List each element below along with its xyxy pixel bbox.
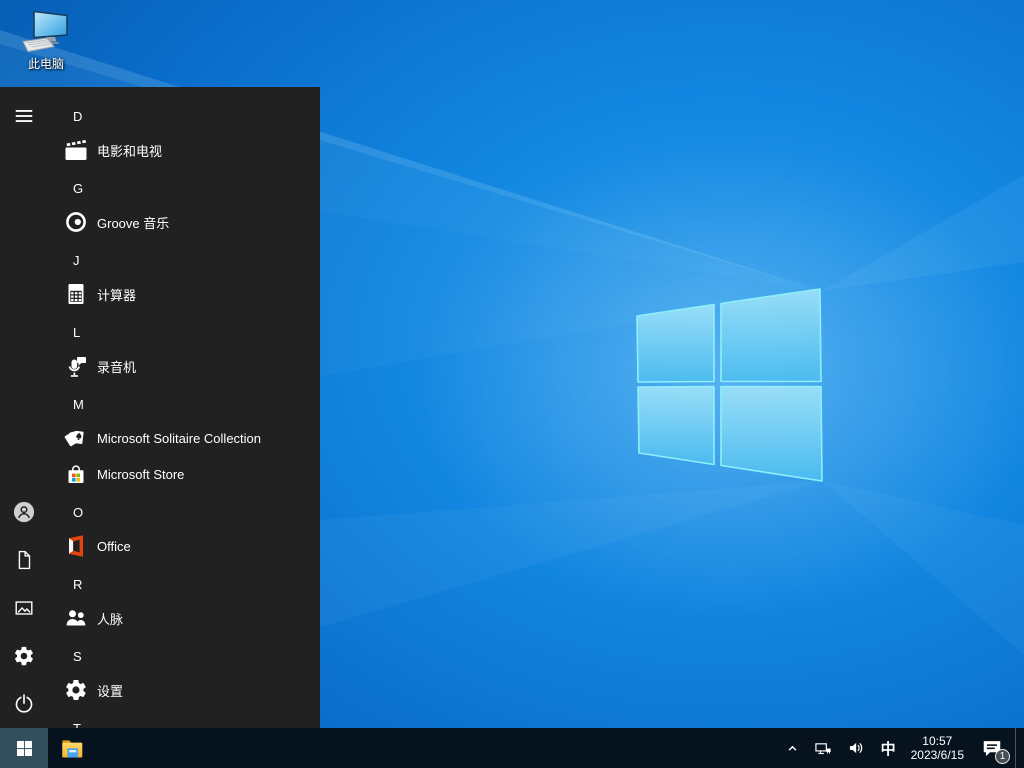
pictures-icon — [13, 597, 35, 619]
pictures-button[interactable] — [0, 584, 48, 632]
show-desktop-button[interactable] — [1015, 728, 1024, 768]
recorder-icon — [64, 354, 88, 378]
volume-icon — [847, 738, 867, 758]
desktop-icon-label: 此电脑 — [28, 55, 64, 72]
clock-time: 10:57 — [922, 734, 952, 748]
start-app-item[interactable]: Microsoft Solitaire Collection — [48, 420, 320, 456]
system-tray: 中 10:57 2023/6/15 1 — [779, 728, 1024, 768]
windows-start-icon — [15, 739, 34, 758]
taskbar: 中 10:57 2023/6/15 1 — [0, 728, 1024, 768]
volume-button[interactable] — [840, 728, 874, 768]
app-label: Office — [97, 539, 131, 554]
clock[interactable]: 10:57 2023/6/15 — [903, 728, 972, 768]
rail-bottom-group — [0, 488, 48, 728]
app-label: 计算器 — [97, 285, 136, 304]
movies-icon — [64, 138, 88, 162]
app-label: Groove 音乐 — [97, 213, 169, 232]
start-menu: D 电影和电视 G Groove 音乐 J 计算器 L 录音机 M Microsoft Solit… — [0, 87, 320, 728]
groove-icon — [64, 210, 88, 234]
start-app-item[interactable]: Microsoft Store — [48, 456, 320, 492]
start-app-item[interactable]: Office — [48, 528, 320, 564]
store-icon — [64, 462, 88, 486]
file-explorer-button[interactable] — [48, 728, 96, 768]
document-icon — [13, 549, 35, 571]
gear-icon — [13, 645, 35, 667]
start-app-item[interactable]: 设置 — [48, 672, 320, 708]
network-icon — [813, 738, 833, 758]
network-button[interactable] — [806, 728, 840, 768]
documents-button[interactable] — [0, 536, 48, 584]
start-app-item[interactable]: 计算器 — [48, 276, 320, 312]
app-section-letter[interactable]: M — [48, 392, 320, 416]
app-section-letter[interactable]: J — [48, 248, 320, 272]
folder-icon — [59, 735, 85, 761]
ime-indicator[interactable]: 中 — [874, 728, 903, 768]
action-center-button[interactable]: 1 — [972, 728, 1015, 768]
power-icon — [13, 693, 35, 715]
start-app-item[interactable]: 人脉 — [48, 600, 320, 636]
start-app-item[interactable]: Groove 音乐 — [48, 204, 320, 240]
start-button[interactable] — [0, 728, 48, 768]
people-icon — [64, 606, 88, 630]
expand-menu-button[interactable] — [0, 92, 48, 140]
tray-expand-button[interactable] — [779, 728, 806, 768]
clock-date: 2023/6/15 — [911, 748, 964, 762]
start-app-item[interactable]: 录音机 — [48, 348, 320, 384]
app-section-letter[interactable]: O — [48, 500, 320, 524]
calculator-icon — [64, 282, 88, 306]
app-label: 人脉 — [97, 609, 123, 628]
chevron-up-icon — [786, 742, 799, 754]
app-section-letter[interactable]: L — [48, 320, 320, 344]
notification-badge: 1 — [995, 749, 1010, 764]
power-button[interactable] — [0, 680, 48, 728]
app-section-letter[interactable]: G — [48, 176, 320, 200]
hamburger-icon — [13, 105, 35, 127]
desktop: 此电脑 — [0, 0, 1024, 768]
app-label: 录音机 — [97, 357, 136, 376]
start-app-item[interactable]: 电影和电视 — [48, 132, 320, 168]
app-section-letter[interactable]: S — [48, 644, 320, 668]
office-icon — [64, 534, 88, 558]
app-section-letter[interactable]: D — [48, 104, 320, 128]
this-pc-icon — [21, 8, 71, 54]
settings-button[interactable] — [0, 632, 48, 680]
solitaire-icon — [64, 426, 88, 450]
app-section-letter[interactable]: R — [48, 572, 320, 596]
user-avatar-icon — [13, 501, 35, 523]
app-label: Microsoft Store — [97, 467, 184, 482]
app-label: 电影和电视 — [97, 141, 162, 160]
desktop-icon-this-pc[interactable]: 此电脑 — [8, 8, 84, 72]
app-label: Microsoft Solitaire Collection — [97, 431, 261, 446]
start-menu-rail — [0, 87, 48, 728]
gear-icon — [64, 678, 88, 702]
app-section-letter[interactable]: T — [48, 716, 320, 728]
app-label: 设置 — [97, 681, 123, 700]
start-app-list: D 电影和电视 G Groove 音乐 J 计算器 L 录音机 M Microsoft Solit… — [48, 87, 320, 728]
user-account-button[interactable] — [0, 488, 48, 536]
